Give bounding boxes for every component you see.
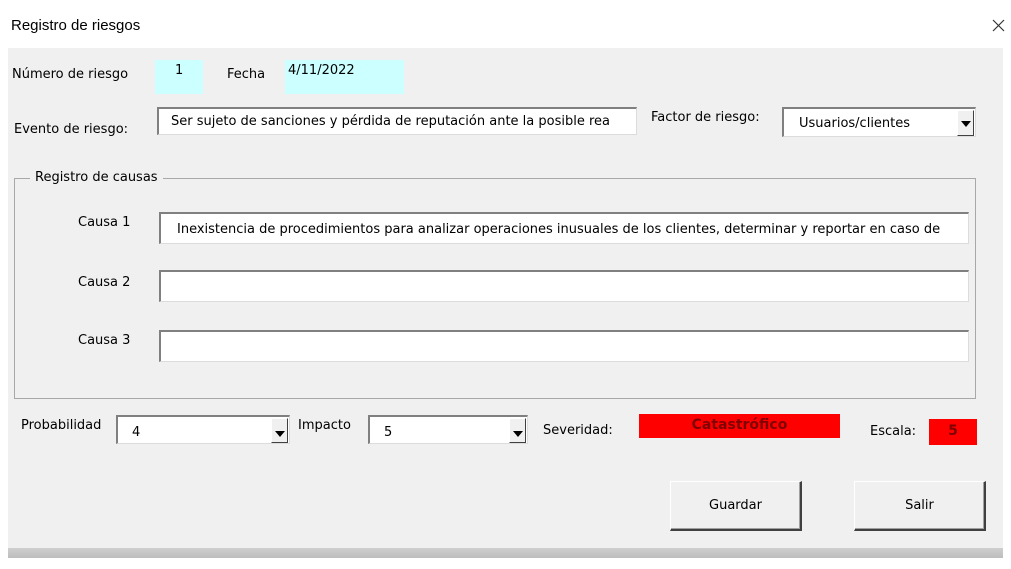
evento-riesgo-text: Ser sujeto de sanciones y pérdida de rep… (171, 114, 610, 129)
chevron-down-icon[interactable] (509, 418, 526, 443)
impacto-select[interactable]: 5 (368, 415, 528, 444)
fecha-label: Fecha (227, 67, 266, 82)
causa-2-input[interactable] (159, 270, 969, 302)
probabilidad-value: 4 (132, 425, 141, 440)
impacto-label: Impacto (298, 418, 351, 433)
probabilidad-label: Probabilidad (21, 418, 102, 433)
severidad-badge: Catastrófico (639, 414, 840, 438)
causa-3-label: Causa 3 (78, 333, 131, 348)
causa-1-text: Inexistencia de procedimientos para anal… (177, 222, 941, 237)
chevron-down-icon[interactable] (957, 110, 974, 136)
numero-riesgo-value-box: 1 (155, 60, 203, 94)
factor-riesgo-label: Factor de riesgo: (651, 110, 760, 125)
impacto-value: 5 (384, 425, 393, 440)
window-title: Registro de riesgos (11, 17, 141, 34)
escala-badge: 5 (929, 419, 977, 445)
escala-label: Escala: (870, 424, 917, 439)
causa-1-input[interactable]: Inexistencia de procedimientos para anal… (159, 212, 969, 244)
guardar-button[interactable]: Guardar (670, 481, 802, 531)
evento-riesgo-label: Evento de riesgo: (14, 122, 129, 137)
factor-riesgo-value: Usuarios/clientes (799, 116, 911, 131)
registro-causas-legend: Registro de causas (30, 170, 163, 185)
fecha-value-box: 4/11/2022 (285, 60, 404, 94)
factor-riesgo-select[interactable]: Usuarios/clientes (782, 107, 976, 137)
causa-2-label: Causa 2 (78, 275, 131, 290)
causa-3-input[interactable] (159, 330, 969, 362)
fecha-value: 4/11/2022 (288, 63, 355, 78)
numero-riesgo-value: 1 (175, 63, 184, 78)
probabilidad-select[interactable]: 4 (116, 415, 290, 444)
numero-riesgo-label: Número de riesgo (12, 67, 129, 82)
title-bar (0, 0, 1011, 48)
chevron-down-icon[interactable] (271, 418, 288, 443)
close-icon[interactable] (985, 12, 1011, 38)
severidad-label: Severidad: (543, 423, 613, 438)
salir-button[interactable]: Salir (854, 481, 986, 531)
causa-1-label: Causa 1 (78, 215, 131, 230)
evento-riesgo-input[interactable]: Ser sujeto de sanciones y pérdida de rep… (157, 107, 637, 135)
window-bottom-edge (8, 548, 1003, 558)
